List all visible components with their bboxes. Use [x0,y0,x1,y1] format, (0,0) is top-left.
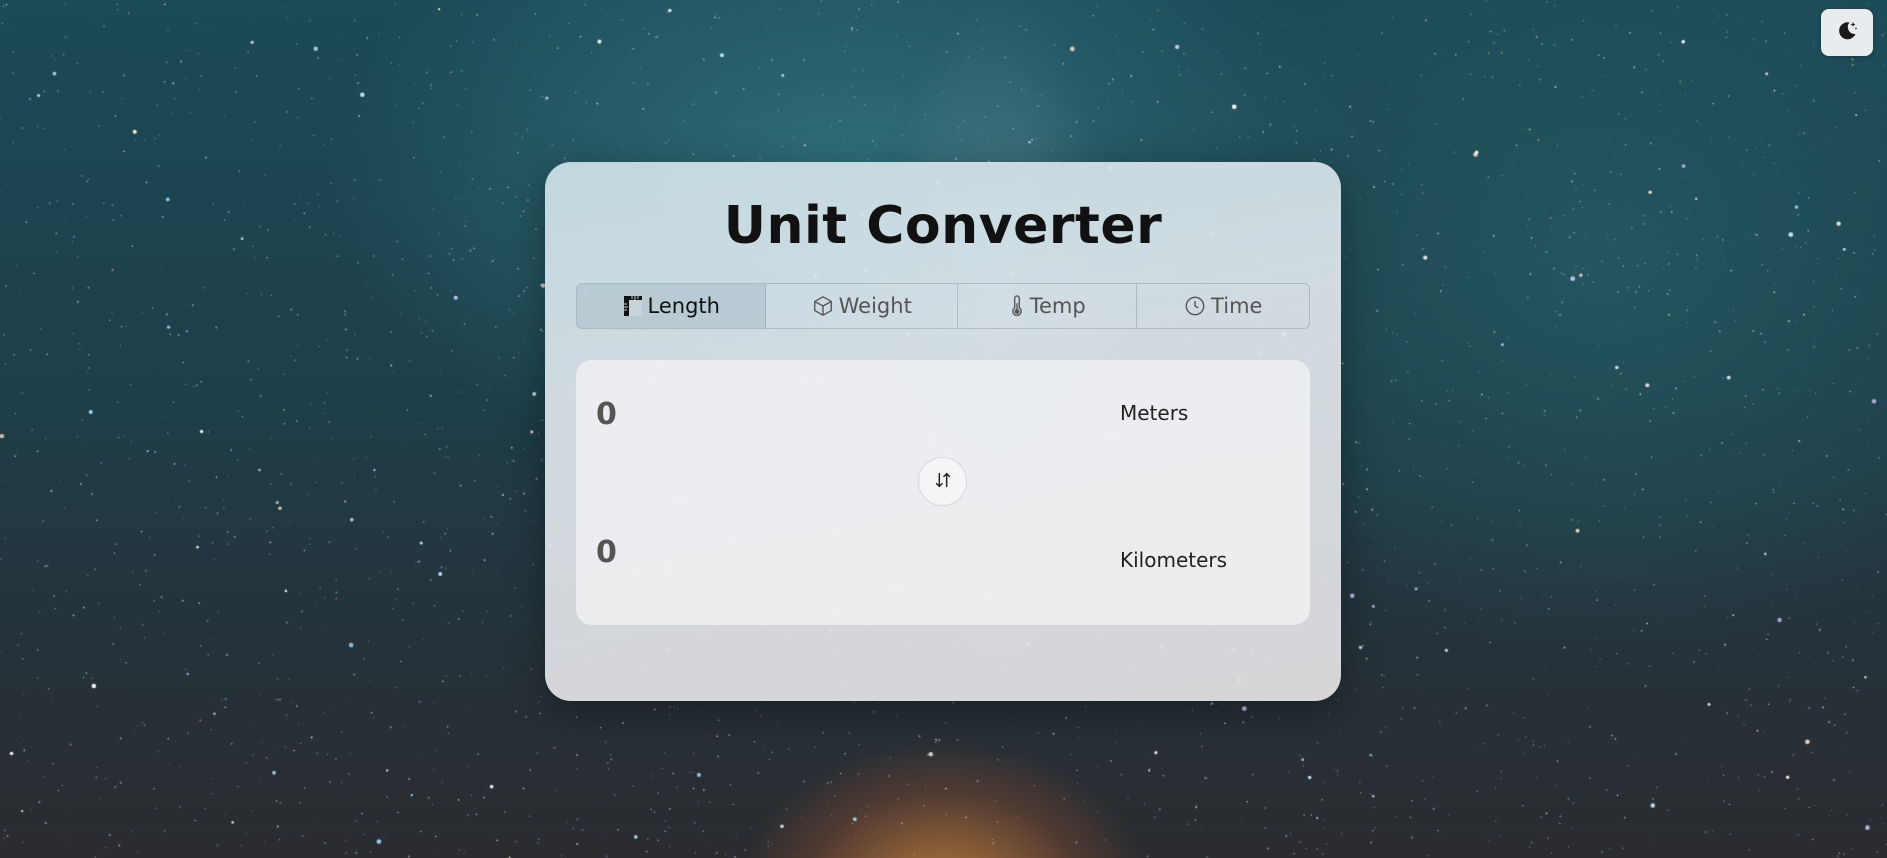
converter-card: Unit Converter Length Weight Temp Time 0… [545,162,1341,701]
from-value-input[interactable]: 0 [596,397,617,432]
ruler-icon [623,295,643,317]
to-unit-select[interactable]: Kilometers [1120,548,1227,572]
swap-arrows-icon [932,469,954,494]
tab-time-label: Time [1211,294,1263,318]
tab-temp-label: Temp [1029,294,1086,318]
from-unit-select[interactable]: Meters [1120,401,1188,425]
to-value-output[interactable]: 0 [596,535,617,570]
category-tabs: Length Weight Temp Time [576,283,1310,329]
cube-icon [812,295,834,317]
page-title: Unit Converter [723,196,1163,256]
tab-length[interactable]: Length [577,284,767,328]
tab-weight-label: Weight [838,294,912,318]
tab-time[interactable]: Time [1137,284,1309,328]
thermometer-icon [1009,295,1025,317]
swap-units-button[interactable] [918,457,967,506]
theme-toggle-button[interactable] [1821,9,1873,56]
conversion-panel: 0 Meters 0 Kilometers [576,360,1310,625]
moon-stars-icon [1835,19,1859,46]
tab-length-label: Length [647,294,720,318]
tab-temp[interactable]: Temp [958,284,1138,328]
tab-weight[interactable]: Weight [766,284,958,328]
clock-icon [1184,295,1206,317]
